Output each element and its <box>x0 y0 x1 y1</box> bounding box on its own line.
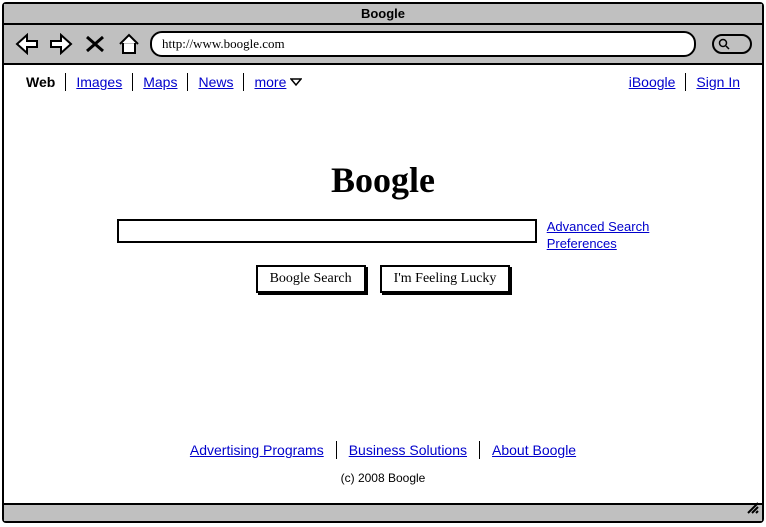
link-about[interactable]: About Boogle <box>492 442 576 458</box>
nav-tabs: Web Images Maps News more iBoogle Sign I… <box>4 65 762 99</box>
link-iboogle[interactable]: iBoogle <box>619 74 686 90</box>
window-title: Boogle <box>4 4 762 25</box>
search-side-links: Advanced Search Preferences <box>547 219 650 251</box>
link-signin[interactable]: Sign In <box>686 74 750 90</box>
link-business[interactable]: Business Solutions <box>349 442 467 458</box>
logo: Boogle <box>331 159 435 201</box>
link-advanced-search[interactable]: Advanced Search <box>547 219 650 234</box>
search-button[interactable]: Boogle Search <box>256 265 366 293</box>
tab-maps[interactable]: Maps <box>133 74 187 90</box>
copyright: (c) 2008 Boogle <box>341 471 426 485</box>
forward-icon[interactable] <box>48 32 74 56</box>
page-content: Boogle Advanced Search Preferences Boogl… <box>4 99 762 503</box>
footer-links: Advertising Programs Business Solutions … <box>190 441 576 459</box>
search-input[interactable] <box>117 219 537 243</box>
home-icon[interactable] <box>116 32 142 56</box>
divider <box>336 441 337 459</box>
button-row: Boogle Search I'm Feeling Lucky <box>256 265 511 293</box>
search-row: Advanced Search Preferences <box>117 219 650 251</box>
divider <box>479 441 480 459</box>
status-bar <box>4 503 762 521</box>
lucky-button[interactable]: I'm Feeling Lucky <box>380 265 511 293</box>
search-icon[interactable] <box>712 34 752 54</box>
back-icon[interactable] <box>14 32 40 56</box>
link-preferences[interactable]: Preferences <box>547 236 650 251</box>
stop-icon[interactable] <box>82 32 108 56</box>
tab-web[interactable]: Web <box>16 74 65 90</box>
url-input[interactable] <box>150 31 696 57</box>
browser-window: Boogle Web Images Maps News more <box>2 2 764 523</box>
tab-images[interactable]: Images <box>66 74 132 90</box>
resize-grip-icon[interactable] <box>746 501 760 520</box>
tab-more[interactable]: more <box>244 74 312 90</box>
browser-toolbar <box>4 25 762 65</box>
link-advertising[interactable]: Advertising Programs <box>190 442 324 458</box>
tab-news[interactable]: News <box>188 74 243 90</box>
chevron-down-icon <box>290 74 302 90</box>
